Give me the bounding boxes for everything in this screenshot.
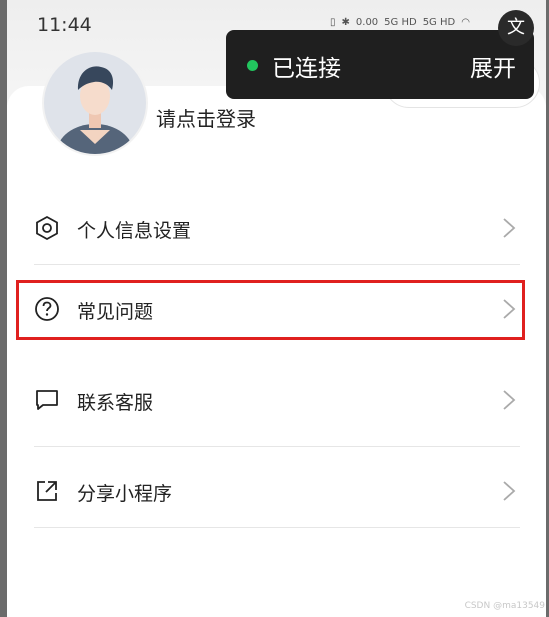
wifi-icon: ◠ [461,17,470,28]
divider [34,527,520,528]
menu-item-profile-settings[interactable]: 个人信息设置 [34,199,520,259]
window-frame-left [0,0,7,617]
watermark: CSDN @ma13549 [464,601,545,611]
menu-label: 分享小程序 [77,483,173,505]
menu-item-contact-support[interactable]: 联系客服 [34,371,520,431]
connection-status: 已连接 [272,56,341,82]
chat-bubble-icon [36,390,58,410]
bluetooth-icon: ✱ [341,17,350,28]
login-link[interactable]: 请点击登录 [156,103,256,132]
divider [34,446,520,447]
vibrate-icon: ▯ [330,17,336,28]
net2: 5G HD [422,17,456,28]
avatar[interactable] [44,52,146,154]
content-panel [7,86,546,617]
status-time: 11:44 [37,14,92,36]
share-icon [37,481,57,501]
settings-hex-icon [36,215,58,241]
avatar-person-icon [57,66,133,154]
menu-label: 个人信息设置 [77,220,192,242]
chevron-right-icon [503,218,516,238]
connection-dot [247,60,258,71]
network-speed: 0.00 [355,17,379,28]
translate-icon[interactable]: 文 [498,10,534,46]
menu-item-share[interactable]: 分享小程序 [34,462,520,522]
expand-button[interactable]: 展开 [470,49,516,83]
highlight-box [16,280,525,340]
net1: 5G HD [384,17,417,28]
chevron-right-icon [503,390,516,410]
status-icons: ▯ ✱ 0.00 5G HD 5G HD ◠ [330,17,470,28]
divider [34,264,520,265]
connection-bar: 已连接 展开 [226,30,534,99]
chevron-right-icon [503,481,516,501]
menu-label: 联系客服 [77,392,154,414]
